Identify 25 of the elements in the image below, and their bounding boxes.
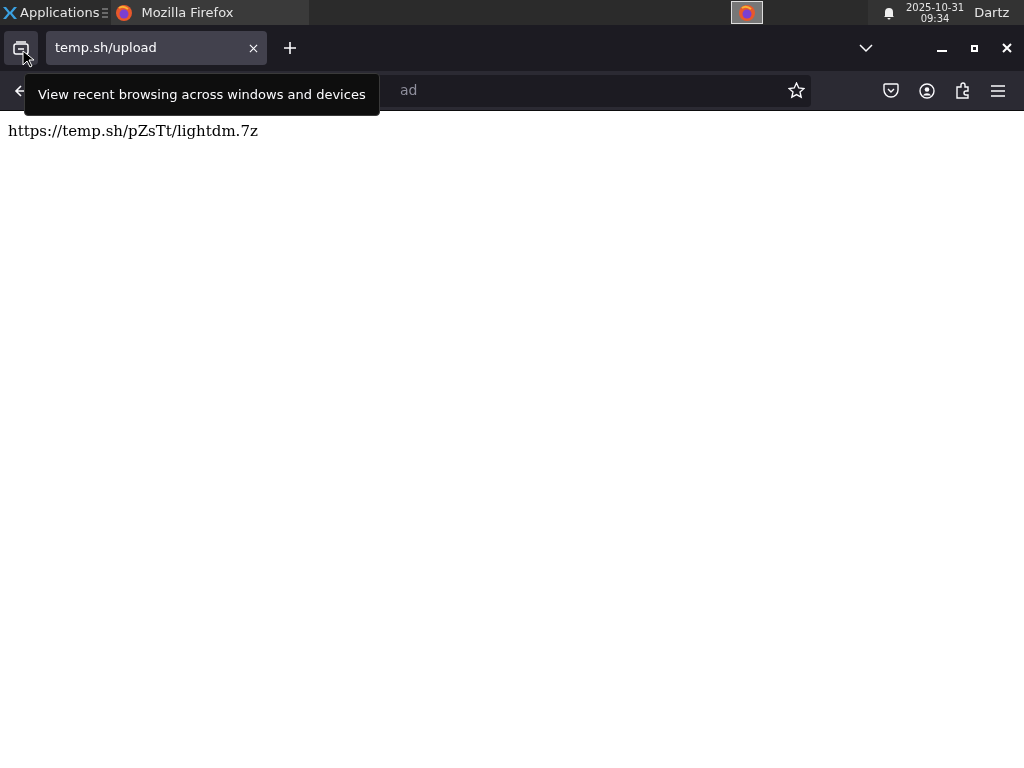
clock-date: 2025-10-31 xyxy=(906,1,965,13)
new-tab-icon[interactable] xyxy=(283,41,297,55)
maximize-icon[interactable] xyxy=(971,44,978,52)
user-name[interactable]: Dartz xyxy=(974,2,1010,23)
applications-menu[interactable]: Applications xyxy=(20,2,100,23)
mouse-cursor-icon xyxy=(22,50,34,68)
pocket-icon[interactable] xyxy=(883,83,899,98)
puzzle-icon[interactable] xyxy=(955,82,971,99)
firefox-icon xyxy=(738,3,757,22)
tab[interactable]: temp.sh/upload xyxy=(46,31,267,65)
launcher-button[interactable] xyxy=(731,1,764,24)
window-button[interactable]: Mozilla Firefox xyxy=(111,0,310,25)
page-text: https://temp.sh/pZsTt/lightdm.7z xyxy=(8,122,258,140)
close-tab-icon[interactable] xyxy=(249,43,258,53)
star-icon[interactable] xyxy=(788,82,805,99)
close-icon[interactable] xyxy=(1002,43,1012,53)
account-icon[interactable] xyxy=(919,82,935,99)
tabs-icon xyxy=(13,41,29,55)
firefox-icon xyxy=(115,3,134,22)
chevron-down-icon[interactable] xyxy=(859,43,873,53)
bell-icon[interactable] xyxy=(882,5,896,20)
tab-list-button[interactable] xyxy=(4,31,38,65)
tooltip: View recent browsing across windows and devices xyxy=(24,73,380,116)
app-menu-icon[interactable] xyxy=(2,4,18,21)
clock-time: 09:34 xyxy=(920,12,950,24)
